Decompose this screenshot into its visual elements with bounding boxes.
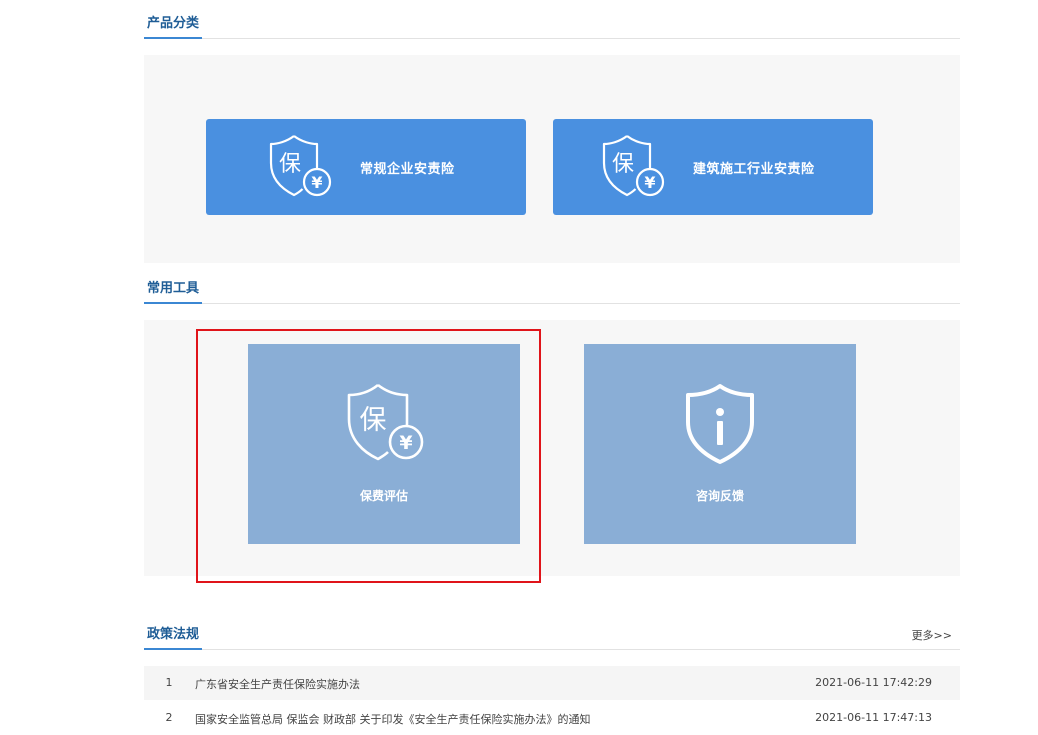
products-section-header: 产品分类 — [144, 0, 960, 39]
tools-section-header: 常用工具 — [144, 268, 960, 304]
insurance-shield-yen-icon: 保 ¥ — [347, 383, 424, 461]
svg-text:¥: ¥ — [399, 432, 412, 454]
tool-card-premium-estimate[interactable]: 保 ¥ 保费评估 — [248, 344, 520, 544]
insurance-shield-yen-icon: 保 ¥ — [269, 135, 332, 197]
insurance-shield-yen-icon: 保 ¥ — [602, 135, 665, 197]
policy-section-header: 政策法规 更多>> — [144, 610, 960, 650]
products-panel: 保 ¥ 常规企业安责险 保 ¥ 建筑施工行业安责险 — [144, 55, 960, 263]
policy-row-title[interactable]: 广东省安全生产责任保险实施办法 — [195, 676, 360, 692]
svg-text:保: 保 — [279, 152, 301, 177]
more-link[interactable]: 更多>> — [912, 627, 952, 643]
svg-text:¥: ¥ — [644, 173, 655, 192]
tools-panel: 保 ¥ 保费评估 咨询反馈 — [144, 320, 960, 576]
svg-text:¥: ¥ — [311, 173, 322, 192]
policy-row[interactable]: 2 国家安全监管总局 保监会 财政部 关于印发《安全生产责任保险实施办法》的通知… — [144, 701, 960, 735]
policy-section-title: 政策法规 — [144, 623, 203, 650]
policy-row[interactable]: 1 广东省安全生产责任保险实施办法 2021-06-11 17:42:29 — [144, 666, 960, 700]
policy-row-date: 2021-06-11 17:47:13 — [815, 711, 932, 724]
tool-card-label: 咨询反馈 — [695, 489, 744, 503]
info-shield-icon — [686, 384, 754, 464]
tools-section-title: 常用工具 — [144, 277, 203, 304]
product-button-label: 建筑施工行业安责险 — [693, 161, 815, 177]
policy-row-number: 1 — [165, 676, 173, 689]
product-button-construction[interactable]: 保 ¥ 建筑施工行业安责险 — [553, 119, 873, 215]
policy-row-date: 2021-06-11 17:42:29 — [815, 676, 932, 689]
tool-card-consult-feedback[interactable]: 咨询反馈 — [584, 344, 856, 544]
tool-card-label: 保费评估 — [359, 489, 408, 503]
products-section-title: 产品分类 — [144, 12, 203, 39]
svg-text:保: 保 — [612, 152, 634, 177]
svg-text:保: 保 — [360, 405, 387, 436]
policy-row-number: 2 — [165, 711, 173, 724]
product-button-label: 常规企业安责险 — [360, 161, 455, 177]
policy-row-title[interactable]: 国家安全监管总局 保监会 财政部 关于印发《安全生产责任保险实施办法》的通知 — [195, 711, 591, 727]
product-button-general-enterprise[interactable]: 保 ¥ 常规企业安责险 — [206, 119, 526, 215]
